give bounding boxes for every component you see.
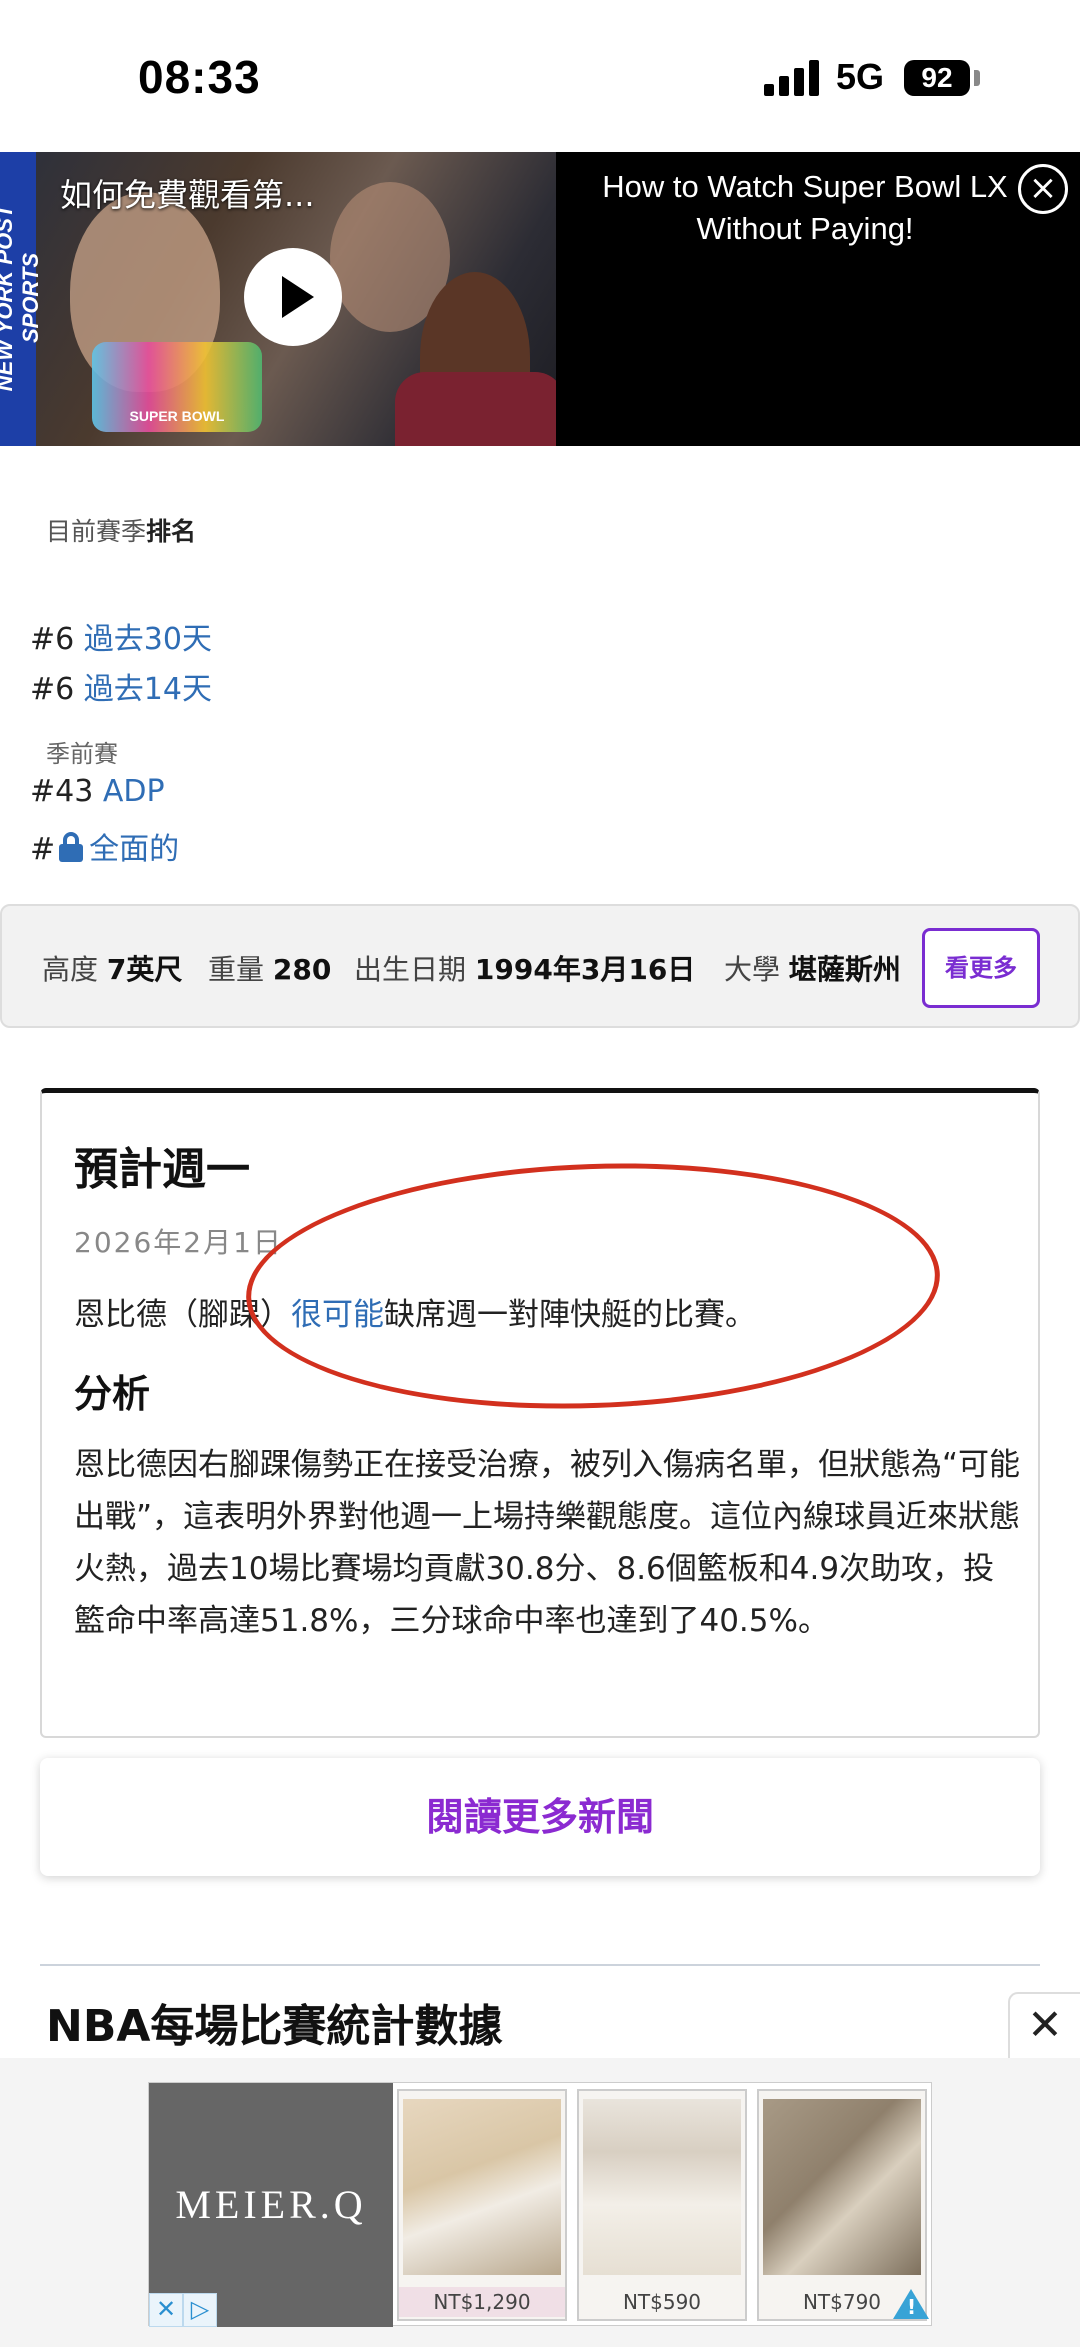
play-icon[interactable] (244, 248, 342, 346)
product-photo (403, 2099, 561, 2275)
rank-value: # (30, 832, 56, 867)
video-thumbnail[interactable]: SUPER BOWL NEW YORK POST SPORTS 如何免費觀看第.… (0, 152, 556, 446)
status-bar: 08:33 5G 92 (0, 0, 1080, 152)
video-overlay-title: 如何免費觀看第... (60, 176, 315, 214)
preseason-label: 季前賽 (46, 740, 118, 768)
ad-product[interactable]: NT$790 (757, 2089, 927, 2321)
ad-product[interactable]: NT$590 (577, 2089, 747, 2321)
rankings-heading-prefix: 目前賽季 (46, 517, 147, 546)
bio-weight: 重量 280 (208, 948, 331, 988)
rank-value: #6 (30, 622, 75, 657)
product-price: NT$590 (622, 2290, 702, 2314)
read-more-news-button[interactable]: 閱讀更多新聞 (40, 1758, 1040, 1876)
ad-controls: ✕ ▷ (149, 2293, 217, 2327)
ad-close-small-icon[interactable]: ✕ (149, 2293, 183, 2327)
brand-strip-text: NEW YORK POST SPORTS (0, 204, 43, 392)
ad-brand-logo[interactable]: MEIER.Q (149, 2083, 393, 2327)
super-bowl-logo-text: SUPER BOWL (129, 408, 225, 424)
rank-row: # 全面的 (30, 824, 179, 868)
bio-weight-label: 重量 (208, 953, 265, 986)
analysis-text: 恩比德因右腳踝傷勢正在接受治療，被列入傷病名單，但狀態為“可能出戰”，這表明外界… (74, 1447, 1021, 1639)
ad-banner-area: MEIER.Q NT$1,290 NT$590 NT$790 ✕ ▷ (0, 2058, 1080, 2347)
stats-section-heading: NBA每場比賽統計數據 (46, 2001, 503, 2052)
bio-height: 高度 7英尺 (42, 948, 182, 988)
bio-birth-value: 1994年3月16日 (474, 953, 696, 986)
video-caption[interactable]: How to Watch Super Bowl LX Without Payin… (590, 166, 1020, 250)
rank-row: #43 ADP (30, 774, 165, 809)
battery-tip (974, 70, 980, 86)
rank-link-overall[interactable]: 全面的 (89, 832, 179, 867)
ad-product[interactable]: NT$1,290 (397, 2089, 567, 2321)
bio-birthdate: 出生日期 1994年3月16日 (354, 948, 695, 988)
network-type: 5G (836, 56, 885, 97)
rank-row: #6 過去14天 (30, 664, 212, 708)
ad-close-icon[interactable]: ✕ (1008, 1992, 1080, 2058)
product-photo (763, 2099, 921, 2275)
product-photo (583, 2099, 741, 2275)
signal-icon (764, 60, 820, 96)
rankings-heading-bold: 排名 (146, 517, 197, 546)
rankings-heading: 目前賽季排名 (46, 512, 196, 548)
adchoices-icon[interactable]: ▷ (183, 2293, 217, 2327)
rank-link-adp[interactable]: ADP (103, 774, 165, 809)
bio-college-label: 大學 (724, 953, 781, 986)
rank-row: #6 過去30天 (30, 614, 212, 658)
analysis-title: 分析 (74, 1372, 151, 1416)
thumbnail-presenter-jacket (395, 372, 556, 446)
player-bio-bar: 高度 7英尺 重量 280 出生日期 1994年3月16日 大學 堪薩斯州 看更… (0, 904, 1080, 1028)
bio-birth-label: 出生日期 (354, 953, 467, 986)
battery-icon: 92 (904, 60, 970, 96)
see-more-button[interactable]: 看更多 (922, 928, 1040, 1008)
bio-height-label: 高度 (42, 953, 99, 986)
section-divider (40, 1964, 1040, 1966)
rank-value: #6 (30, 672, 75, 707)
close-icon[interactable]: × (1018, 164, 1068, 214)
rank-link-14d[interactable]: 過去14天 (84, 672, 212, 707)
rank-link-30d[interactable]: 過去30天 (84, 622, 212, 657)
bio-weight-value: 280 (272, 953, 332, 986)
bio-college: 大學 堪薩斯州 (724, 948, 901, 988)
ad-banner[interactable]: MEIER.Q NT$1,290 NT$590 NT$790 ✕ ▷ (148, 2082, 932, 2327)
rank-value: #43 (30, 774, 94, 809)
bio-college-value: 堪薩斯州 (788, 953, 901, 986)
video-banner[interactable]: SUPER BOWL NEW YORK POST SPORTS 如何免費觀看第.… (0, 152, 1080, 446)
news-date: 2026年2月1日 (74, 1226, 283, 1259)
lock-icon (59, 832, 84, 862)
news-title: 預計週一 (74, 1144, 250, 1195)
product-price: NT$1,290 (399, 2287, 565, 2317)
ad-warning-icon[interactable] (893, 2289, 929, 2319)
bio-height-value: 7英尺 (106, 953, 183, 986)
status-time: 08:33 (138, 51, 261, 103)
